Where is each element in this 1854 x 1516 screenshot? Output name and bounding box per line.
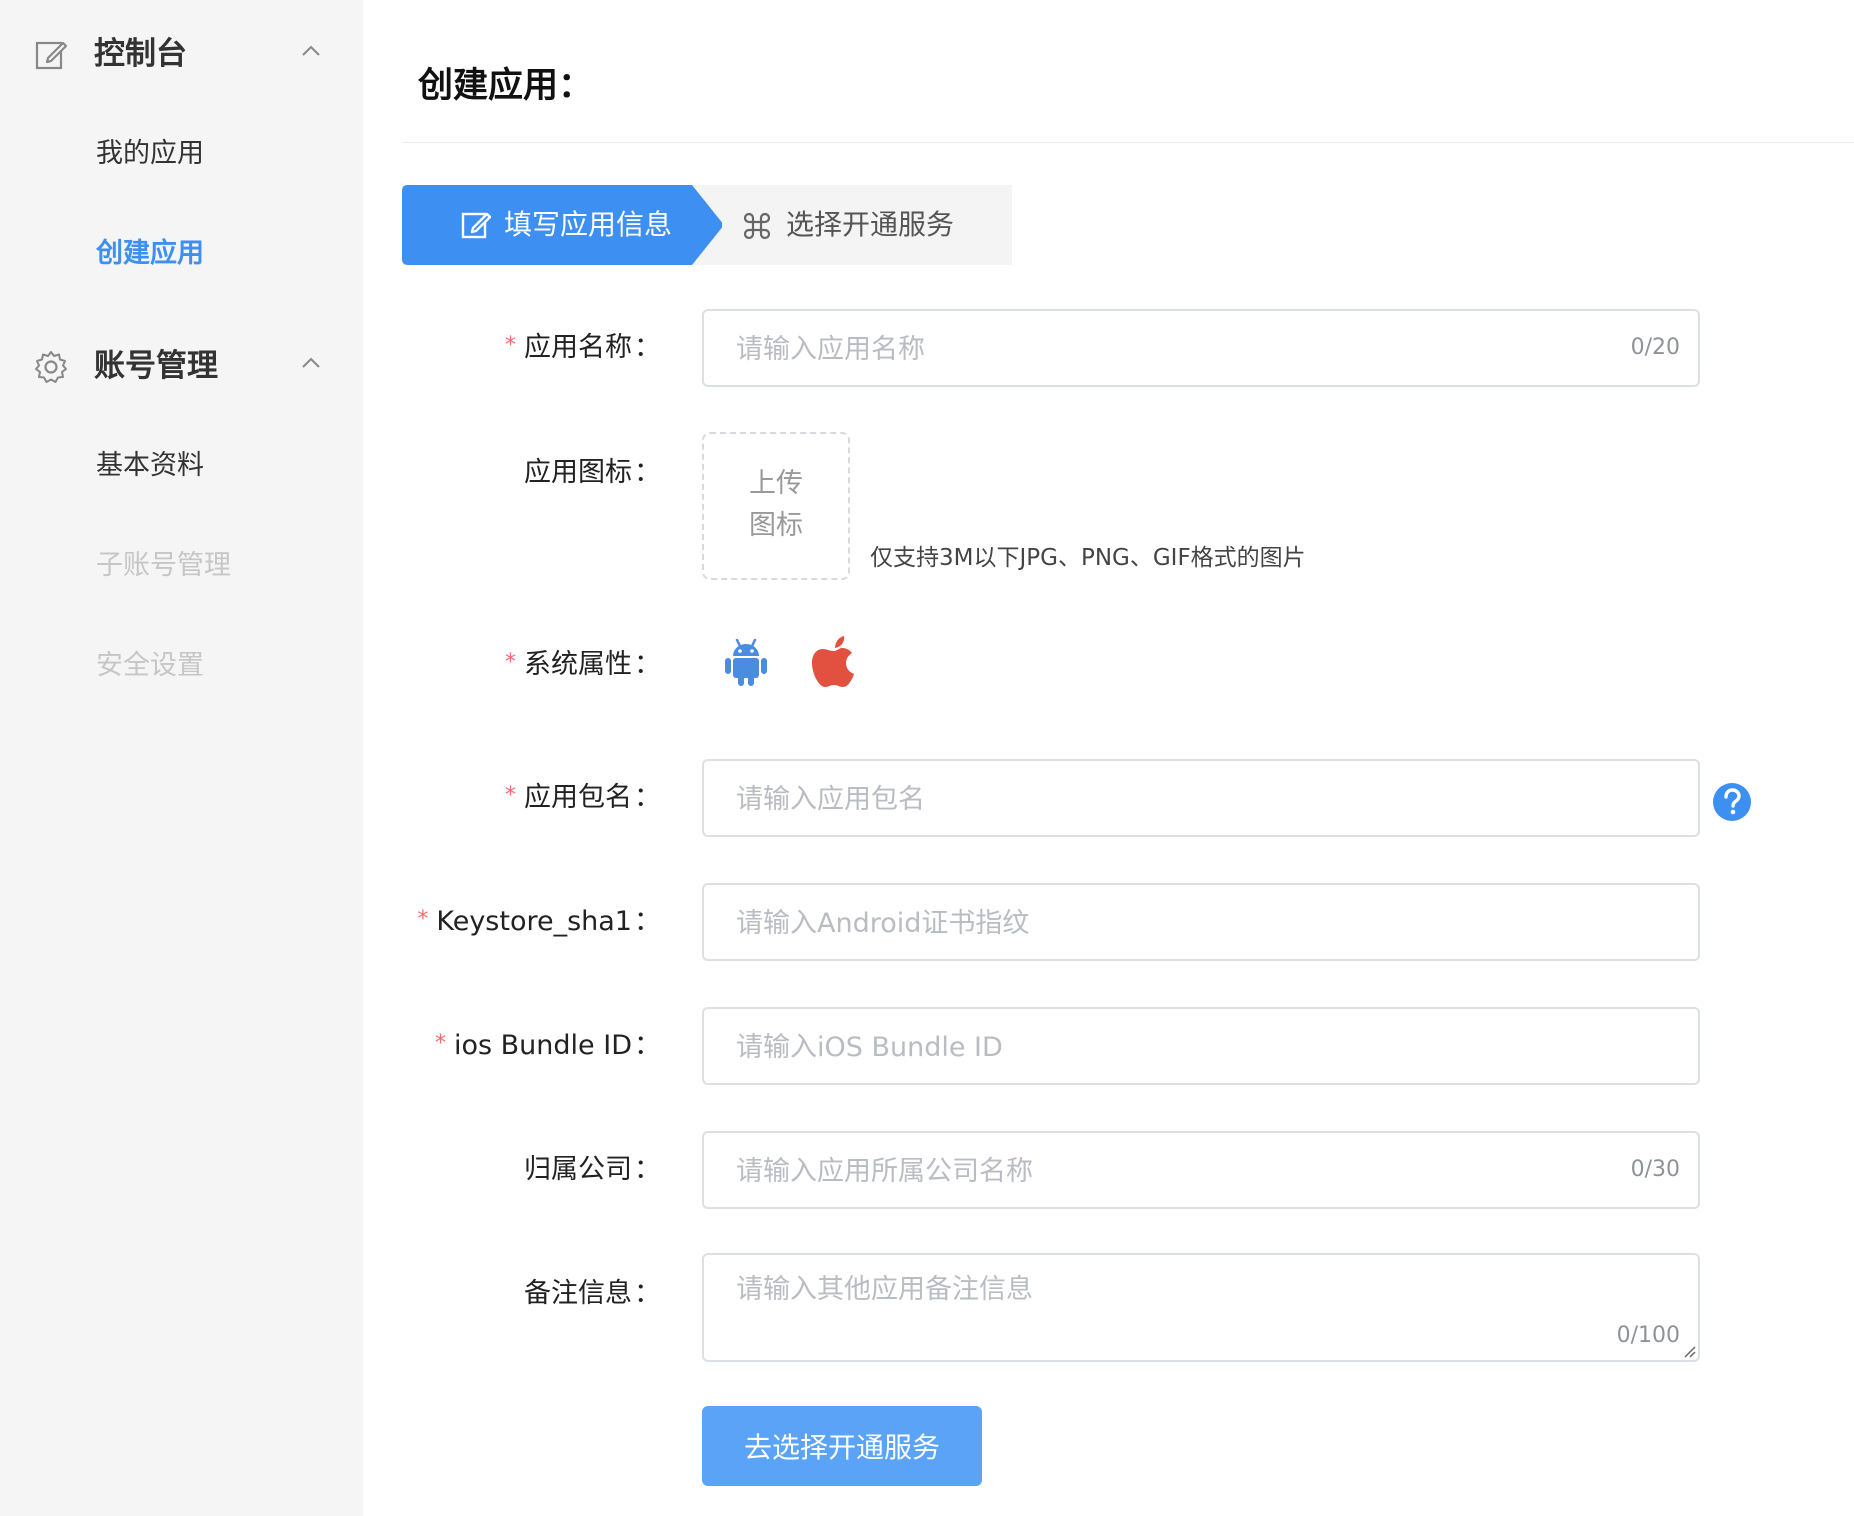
step-label: 填写应用信息 bbox=[504, 208, 673, 241]
package-name-label: * 应用包名： bbox=[505, 782, 661, 813]
remark-textarea-wrapper: 0/100 bbox=[702, 1253, 1700, 1362]
sidebar-item-security: 安全设置 bbox=[96, 650, 204, 681]
divider bbox=[402, 142, 1854, 143]
app-name-input[interactable] bbox=[734, 311, 1618, 387]
sidebar-group-title: 控制台 bbox=[94, 36, 187, 72]
edit-icon bbox=[35, 41, 68, 70]
package-name-input[interactable] bbox=[734, 761, 1618, 837]
upload-hint: 仅支持3M以下JPG、PNG、GIF格式的图片 bbox=[870, 545, 1306, 571]
steps-bar: 填写应用信息 选择开通服务 bbox=[402, 185, 1012, 265]
question-icon[interactable] bbox=[1712, 782, 1752, 822]
sidebar-group-title: 账号管理 bbox=[94, 348, 218, 384]
upload-text: 上传 bbox=[749, 468, 803, 499]
char-counter: 0/30 bbox=[1630, 1157, 1680, 1182]
char-counter: 0/20 bbox=[1630, 335, 1680, 360]
sidebar-group-console[interactable]: 控制台 bbox=[0, 16, 363, 96]
app-name-label: * 应用名称： bbox=[505, 332, 661, 363]
sidebar-item-my-apps[interactable]: 我的应用 bbox=[96, 134, 204, 174]
system-label: * 系统属性： bbox=[505, 649, 661, 680]
company-input-wrapper: 0/30 bbox=[702, 1131, 1700, 1209]
sidebar-group-account[interactable]: 账号管理 bbox=[0, 328, 363, 408]
keystore-input-wrapper bbox=[702, 883, 1700, 961]
resize-handle-icon[interactable] bbox=[1682, 1344, 1696, 1358]
bundle-id-label: * ios Bundle ID： bbox=[434, 1030, 661, 1061]
sidebar-item-create-app[interactable]: 创建应用 bbox=[96, 234, 204, 274]
icon-upload-button[interactable]: 上传 图标 bbox=[702, 432, 850, 580]
company-input[interactable] bbox=[734, 1133, 1618, 1209]
page-title: 创建应用： bbox=[418, 66, 594, 106]
remark-textarea[interactable] bbox=[734, 1265, 1618, 1329]
next-step-button[interactable]: 去选择开通服务 bbox=[702, 1406, 982, 1486]
sidebar: 控制台 我的应用 创建应用 账号管理 基本资料 子账号管理 安全设置 bbox=[0, 0, 363, 1516]
package-name-input-wrapper bbox=[702, 759, 1700, 837]
edit-icon bbox=[461, 212, 492, 239]
chevron-up-icon[interactable] bbox=[298, 350, 324, 376]
app-icon-label: 应用图标： bbox=[524, 457, 661, 488]
gear-icon bbox=[35, 351, 67, 383]
step-label: 选择开通服务 bbox=[786, 208, 955, 241]
char-counter: 0/100 bbox=[1616, 1323, 1680, 1348]
android-icon[interactable] bbox=[722, 636, 770, 688]
upload-text: 图标 bbox=[749, 510, 803, 541]
apple-icon[interactable] bbox=[810, 634, 858, 690]
sidebar-item-sub-accounts: 子账号管理 bbox=[96, 550, 231, 581]
bundle-id-input-wrapper bbox=[702, 1007, 1700, 1085]
keystore-input[interactable] bbox=[734, 885, 1618, 961]
company-label: 归属公司： bbox=[524, 1154, 661, 1185]
bundle-id-input[interactable] bbox=[734, 1009, 1618, 1085]
app-name-input-wrapper: 0/20 bbox=[702, 309, 1700, 387]
sidebar-item-basic-info[interactable]: 基本资料 bbox=[96, 446, 204, 486]
chevron-up-icon[interactable] bbox=[298, 38, 324, 64]
remark-label: 备注信息： bbox=[524, 1278, 661, 1309]
command-icon bbox=[743, 212, 771, 240]
keystore-label: * Keystore_sha1： bbox=[417, 906, 661, 937]
